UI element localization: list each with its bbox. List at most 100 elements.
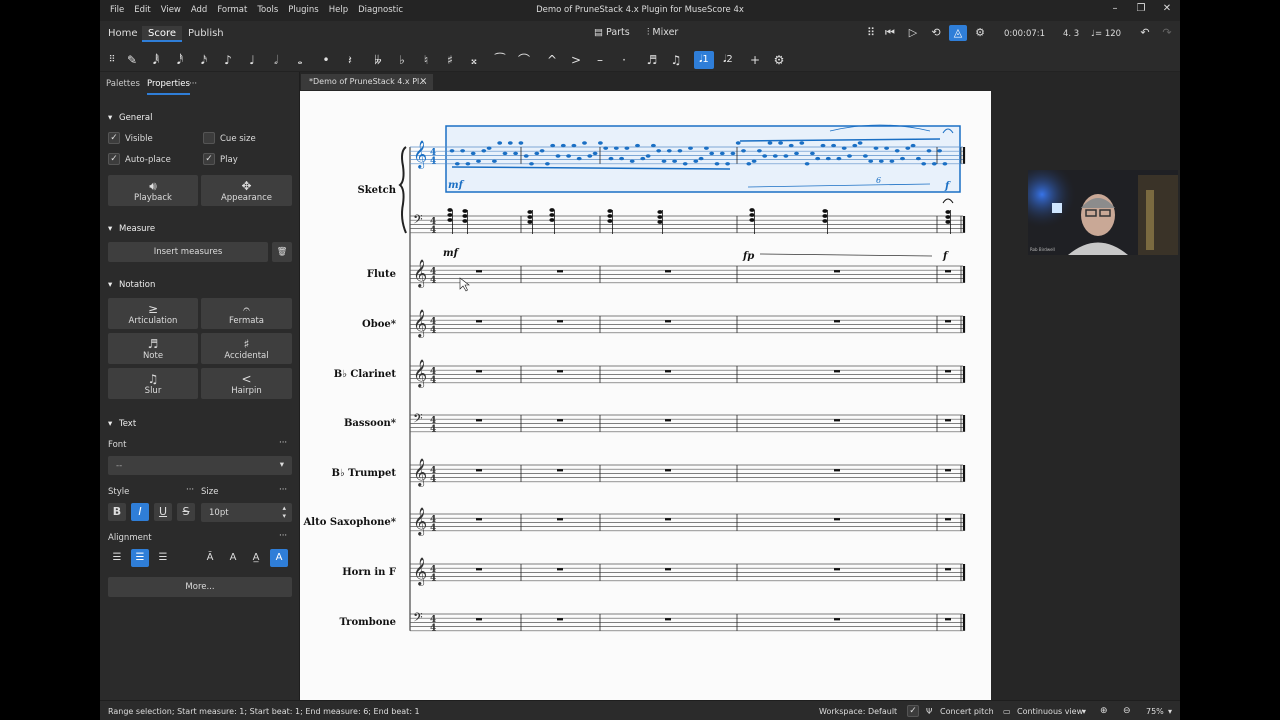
double-sharp-icon[interactable]: 𝄪 xyxy=(464,51,484,69)
instrument-name[interactable]: B♭ Clarinet xyxy=(334,369,397,380)
sketch-notehead[interactable] xyxy=(725,162,730,166)
sketch-notehead[interactable] xyxy=(560,143,566,148)
sketch-notehead[interactable] xyxy=(682,162,688,166)
insert-measures-button[interactable]: Insert measures xyxy=(108,242,268,262)
sketch-notehead[interactable] xyxy=(719,151,725,156)
sketch-notehead[interactable] xyxy=(656,149,662,153)
sketch-notehead[interactable] xyxy=(762,154,768,158)
underline-button[interactable]: U xyxy=(154,503,172,521)
bold-button[interactable]: B xyxy=(108,503,126,521)
chord-notehead[interactable] xyxy=(607,214,613,218)
sketch-notehead[interactable] xyxy=(815,156,821,161)
sketch-notehead[interactable] xyxy=(608,156,614,161)
sketch-notehead[interactable] xyxy=(751,159,757,163)
general-section-header[interactable]: ▾ General xyxy=(108,113,152,123)
tie-icon[interactable]: ⁀ xyxy=(490,51,510,69)
view-mode-selector[interactable]: Continuous view xyxy=(1017,707,1083,716)
duration-32nd-icon[interactable]: 𝅘𝅥𝅰 xyxy=(170,51,190,69)
chord-notehead[interactable] xyxy=(607,209,613,213)
sketch-notehead[interactable] xyxy=(852,143,858,148)
panel-menu-icon[interactable]: ··· xyxy=(189,79,197,89)
sketch-notehead[interactable] xyxy=(741,149,746,153)
redo-icon[interactable]: ↷ xyxy=(1158,25,1176,41)
flat-icon[interactable]: ♭ xyxy=(392,51,412,69)
alignment-menu-icon[interactable]: ··· xyxy=(279,531,287,541)
sketch-notehead[interactable] xyxy=(592,151,598,156)
sketch-notehead[interactable] xyxy=(534,151,540,156)
sketch-notehead[interactable] xyxy=(757,149,762,153)
document-tab[interactable]: *Demo of PruneStack 4.x Pl... ✕ xyxy=(301,74,433,90)
sketch-notehead[interactable] xyxy=(831,143,836,148)
instrument-name[interactable]: Sketch xyxy=(358,185,397,196)
sketch-notehead[interactable] xyxy=(900,156,905,161)
align-baseline-icon[interactable]: A̲ xyxy=(247,549,265,567)
sketch-notehead[interactable] xyxy=(518,141,524,145)
sketch-notehead[interactable] xyxy=(735,141,741,145)
dynamic-marking[interactable]: f xyxy=(942,251,949,262)
chord-notehead[interactable] xyxy=(945,210,951,214)
sketch-notehead[interactable] xyxy=(492,159,497,163)
sketch-notehead[interactable] xyxy=(613,146,619,150)
instrument-name[interactable]: Bassoon* xyxy=(344,418,397,429)
sketch-notehead[interactable] xyxy=(460,149,465,153)
staccato-icon[interactable]: · xyxy=(614,51,634,69)
delete-icon[interactable]: 🗑︎ xyxy=(272,242,292,262)
chord-notehead[interactable] xyxy=(447,208,453,212)
zoom-out-icon[interactable]: ⊖ xyxy=(1123,706,1131,716)
natural-icon[interactable]: ♮ xyxy=(416,51,436,69)
menu-help[interactable]: Help xyxy=(324,5,353,15)
rewind-icon[interactable]: ⏮ xyxy=(881,25,899,41)
tab-publish[interactable]: Publish xyxy=(182,26,230,42)
augmentation-dot-icon[interactable]: • xyxy=(316,51,336,69)
chord-notehead[interactable] xyxy=(447,218,453,222)
toolbar-handle-icon[interactable]: ⠿ xyxy=(102,51,122,69)
tuplet-icon[interactable]: ♬ xyxy=(642,51,662,69)
playback-settings-icon[interactable]: ⚙ xyxy=(971,25,989,41)
instrument-name[interactable]: Trombone xyxy=(339,617,396,628)
customize-toolbar-icon[interactable]: ⚙ xyxy=(769,51,789,69)
chord-notehead[interactable] xyxy=(549,208,555,212)
more-button[interactable]: More... xyxy=(108,577,292,597)
chord-notehead[interactable] xyxy=(607,219,613,223)
tab-properties[interactable]: Properties xyxy=(147,79,190,95)
spin-arrows-icon[interactable]: ▴ ▾ xyxy=(282,504,286,520)
dynamic-marking[interactable]: mf xyxy=(448,180,465,191)
chord-notehead[interactable] xyxy=(657,210,663,214)
sketch-notehead[interactable] xyxy=(746,162,752,166)
sketch-notehead[interactable] xyxy=(571,143,577,148)
sketch-notehead[interactable] xyxy=(550,143,556,148)
tab-score[interactable]: Score xyxy=(142,26,183,42)
sketch-notehead[interactable] xyxy=(788,143,794,148)
sketch-notehead[interactable] xyxy=(868,159,874,163)
duration-16th-icon[interactable]: 𝅘𝅥𝅯 xyxy=(194,51,214,69)
sketch-notehead[interactable] xyxy=(714,162,720,166)
workspace-selector[interactable]: Workspace: Default xyxy=(819,707,897,716)
sketch-notehead[interactable] xyxy=(778,141,783,145)
align-top-icon[interactable]: Ā xyxy=(201,549,219,567)
undo-icon[interactable]: ↶ xyxy=(1136,25,1154,41)
size-spinbox[interactable]: 10pt ▴ ▾ xyxy=(201,503,292,522)
sketch-notehead[interactable] xyxy=(894,149,900,153)
articulation-button[interactable]: ≥ Articulation xyxy=(108,298,198,329)
sketch-notehead[interactable] xyxy=(772,154,778,158)
chord-notehead[interactable] xyxy=(527,215,533,219)
rest-icon[interactable]: 𝄽 xyxy=(340,51,360,69)
chord-notehead[interactable] xyxy=(822,219,828,223)
sketch-notehead[interactable] xyxy=(926,149,932,153)
instrument-name[interactable]: Oboe* xyxy=(362,319,397,330)
sketch-notehead[interactable] xyxy=(651,143,656,148)
instrument-name[interactable]: Alto Saxophone* xyxy=(303,517,397,528)
visible-checkbox[interactable]: ✓ xyxy=(108,132,120,144)
chord-notehead[interactable] xyxy=(822,209,828,213)
sketch-notehead[interactable] xyxy=(513,151,518,156)
sketch-notehead[interactable] xyxy=(476,159,481,163)
chord-notehead[interactable] xyxy=(749,213,755,217)
chord-notehead[interactable] xyxy=(462,209,468,213)
sketch-notehead[interactable] xyxy=(810,151,815,156)
sketch-notehead[interactable] xyxy=(820,143,826,148)
sketch-notehead[interactable] xyxy=(619,156,624,161)
menu-plugins[interactable]: Plugins xyxy=(283,5,323,15)
restore-button[interactable]: ❐ xyxy=(1128,3,1154,14)
marcato-icon[interactable]: ^ xyxy=(542,51,562,69)
align-bottom-icon[interactable]: A xyxy=(270,549,288,567)
